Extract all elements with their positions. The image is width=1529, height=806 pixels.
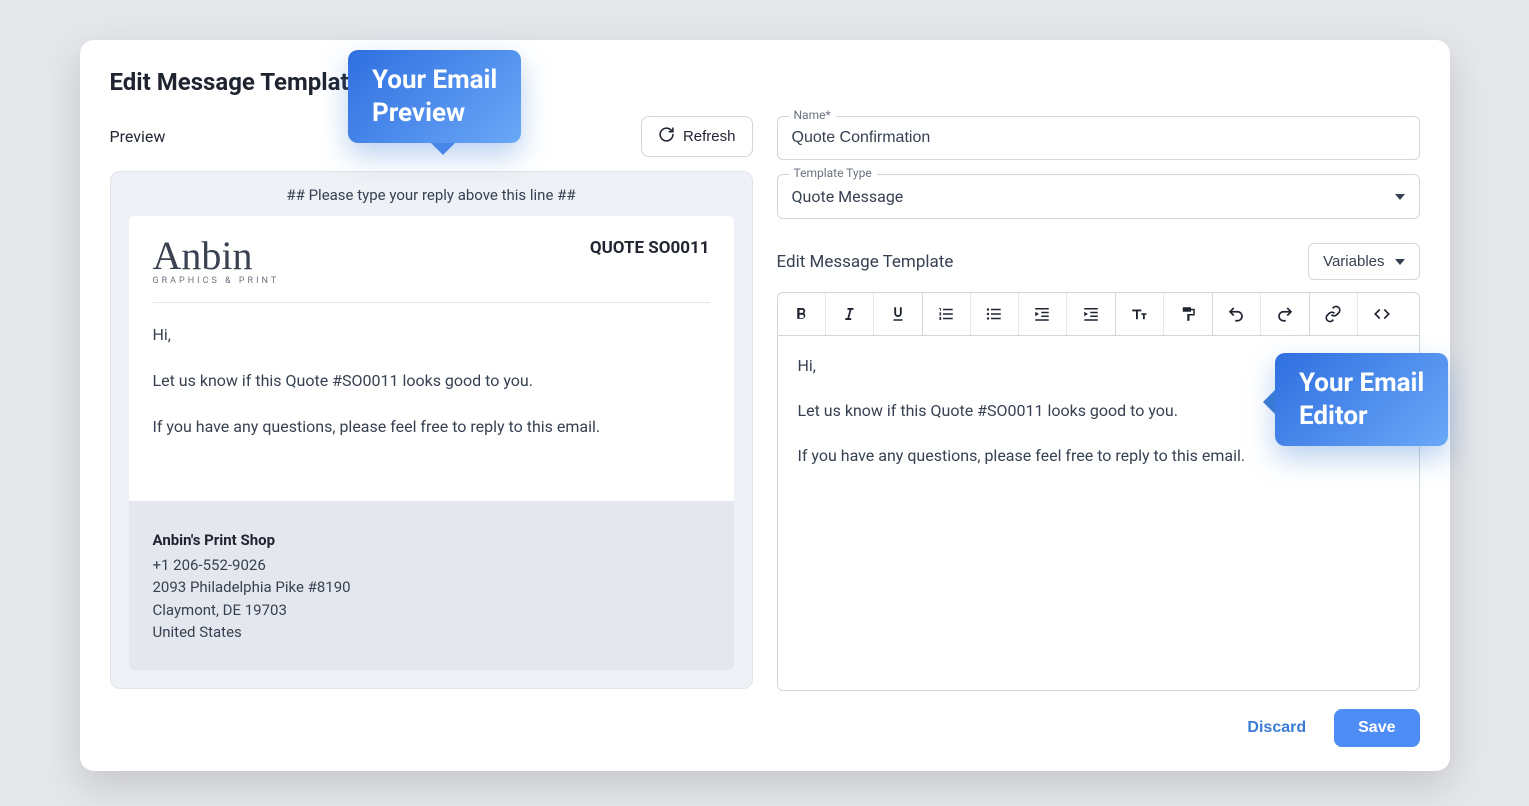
email-header: Anbin GRAPHICS & PRINT QUOTE SO0011 xyxy=(153,238,710,303)
editor-line: If you have any questions, please feel f… xyxy=(798,444,1399,467)
email-line: If you have any questions, please feel f… xyxy=(153,415,710,439)
shop-phone: +1 206-552-9026 xyxy=(153,554,710,577)
logo: Anbin GRAPHICS & PRINT xyxy=(153,238,280,286)
outdent-button[interactable] xyxy=(1019,293,1067,335)
refresh-label: Refresh xyxy=(683,128,736,145)
form-actions: Discard Save xyxy=(777,709,1420,747)
undo-button[interactable] xyxy=(1213,293,1261,335)
preview-box: ## Please type your reply above this lin… xyxy=(110,171,753,689)
editor-toolbar xyxy=(777,292,1420,335)
bold-button[interactable] xyxy=(778,293,826,335)
name-label: Name* xyxy=(789,108,836,122)
name-field-group: Name* xyxy=(777,116,1420,160)
preview-label: Preview xyxy=(110,127,166,146)
email-line: Hi, xyxy=(153,323,710,347)
format-paint-button[interactable] xyxy=(1164,293,1212,335)
shop-name: Anbin's Print Shop xyxy=(153,529,710,552)
preview-column: Preview Refresh ## Please type your repl… xyxy=(110,116,753,747)
shop-addr1: 2093 Philadelphia Pike #8190 xyxy=(153,576,710,599)
type-label: Template Type xyxy=(789,166,877,180)
type-value: Quote Message xyxy=(792,187,904,206)
editor-header: Edit Message Template Variables xyxy=(777,243,1420,280)
refresh-icon xyxy=(658,126,675,147)
logo-text: Anbin xyxy=(153,238,280,274)
save-button[interactable]: Save xyxy=(1334,709,1419,747)
callout-preview: Your Email Preview xyxy=(348,50,521,143)
email-preview-body: Anbin GRAPHICS & PRINT QUOTE SO0011 Hi, … xyxy=(129,216,734,501)
template-type-select[interactable]: Quote Message xyxy=(777,174,1420,219)
email-body: Hi, Let us know if this Quote #SO0011 lo… xyxy=(153,323,710,439)
type-field-group: Template Type Quote Message xyxy=(777,174,1420,219)
code-button[interactable] xyxy=(1358,293,1406,335)
callout-editor: Your Email Editor xyxy=(1275,353,1448,446)
indent-button[interactable] xyxy=(1067,293,1115,335)
page-title: Edit Message Template xyxy=(110,68,1420,96)
link-button[interactable] xyxy=(1310,293,1358,335)
italic-button[interactable] xyxy=(826,293,874,335)
variables-label: Variables xyxy=(1323,253,1384,270)
shop-country: United States xyxy=(153,621,710,644)
email-line: Let us know if this Quote #SO0011 looks … xyxy=(153,369,710,393)
text-size-button[interactable] xyxy=(1116,293,1164,335)
underline-button[interactable] xyxy=(874,293,922,335)
two-column-layout: Preview Refresh ## Please type your repl… xyxy=(110,116,1420,747)
ordered-list-button[interactable] xyxy=(923,293,971,335)
unordered-list-button[interactable] xyxy=(971,293,1019,335)
discard-button[interactable]: Discard xyxy=(1239,709,1314,747)
chevron-down-icon xyxy=(1395,194,1405,200)
quote-number: QUOTE SO0011 xyxy=(590,238,710,258)
chevron-down-icon xyxy=(1395,259,1405,265)
edit-template-card: Edit Message Template Preview Refresh ##… xyxy=(80,40,1450,771)
editor-title: Edit Message Template xyxy=(777,252,954,272)
email-footer: Anbin's Print Shop +1 206-552-9026 2093 … xyxy=(129,501,734,670)
variables-button[interactable]: Variables xyxy=(1308,243,1419,280)
reply-boundary-line: ## Please type your reply above this lin… xyxy=(111,172,752,216)
redo-button[interactable] xyxy=(1261,293,1309,335)
logo-subtext: GRAPHICS & PRINT xyxy=(153,276,280,286)
refresh-button[interactable]: Refresh xyxy=(641,116,753,157)
name-input[interactable] xyxy=(777,116,1420,160)
shop-addr2: Claymont, DE 19703 xyxy=(153,599,710,622)
